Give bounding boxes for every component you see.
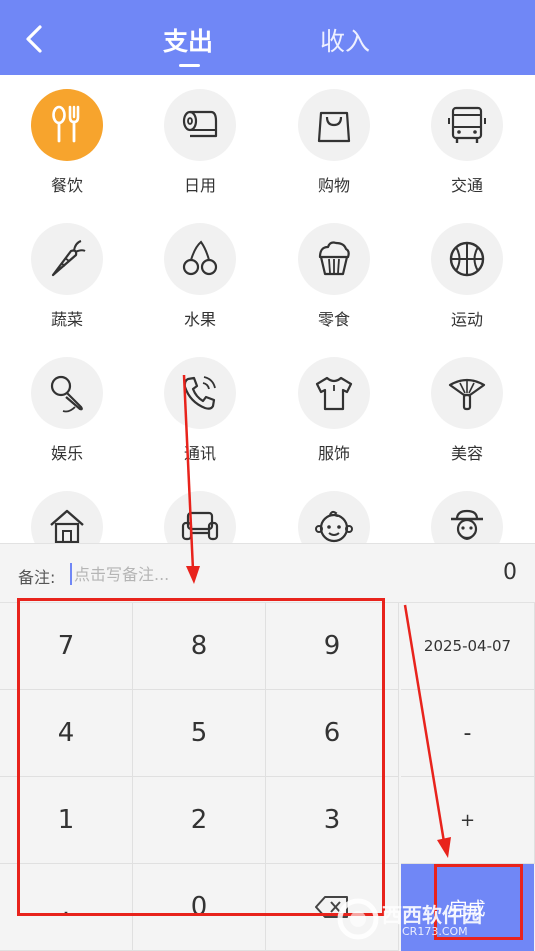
key-1[interactable]: 1	[0, 777, 133, 864]
category-entertainment[interactable]: 娱乐	[12, 343, 122, 473]
number-keypad: 7 8 9 2025-04-07 4 5 6 - 1 2 3 + . 0 完成	[0, 603, 535, 951]
date-button[interactable]: 2025-04-07	[401, 603, 535, 690]
elder-icon	[451, 509, 483, 540]
category-label: 娱乐	[50, 444, 83, 463]
category-communication[interactable]: 通讯	[145, 343, 255, 473]
basketball-icon	[449, 241, 485, 277]
category-label: 日用	[183, 176, 216, 195]
done-button[interactable]: 完成	[401, 864, 534, 951]
minus-button[interactable]: -	[401, 690, 535, 777]
microphone-icon	[50, 375, 83, 413]
category-housing[interactable]	[12, 477, 122, 545]
category-label: 运动	[450, 310, 483, 329]
category-fruit[interactable]: 水果	[145, 209, 255, 339]
category-transport[interactable]: 交通	[412, 75, 522, 205]
key-7[interactable]: 7	[0, 603, 133, 690]
category-children[interactable]	[279, 477, 389, 545]
tab-expense[interactable]: 支出	[163, 22, 213, 58]
category-shopping[interactable]: 购物	[279, 75, 389, 205]
amount-display: 0	[503, 560, 517, 585]
remark-input[interactable]	[74, 560, 374, 588]
key-3[interactable]: 3	[266, 777, 399, 864]
remark-label: 备注:	[18, 568, 56, 587]
cupcake-icon	[318, 241, 350, 276]
phone-icon	[183, 376, 216, 410]
tab-income[interactable]: 收入	[320, 22, 370, 58]
house-icon	[50, 509, 84, 544]
baby-icon	[315, 510, 353, 543]
utensils-icon	[52, 105, 80, 143]
category-dining[interactable]: 餐饮	[12, 75, 122, 205]
text-cursor	[70, 563, 72, 585]
category-icon-wrap	[31, 89, 103, 161]
category-label: 蔬菜	[50, 310, 83, 329]
category-label: 零食	[317, 310, 350, 329]
backspace-key[interactable]	[266, 864, 399, 951]
category-clothing[interactable]: 服饰	[279, 343, 389, 473]
key-2[interactable]: 2	[133, 777, 266, 864]
plus-button[interactable]: +	[401, 777, 535, 864]
key-6[interactable]: 6	[266, 690, 399, 777]
shopping-bag-icon	[317, 111, 351, 143]
category-beauty[interactable]: 美容	[412, 343, 522, 473]
category-sports[interactable]: 运动	[412, 209, 522, 339]
sofa-icon	[181, 511, 219, 541]
backspace-icon	[315, 896, 348, 918]
cherries-icon	[182, 240, 218, 276]
back-arrow-icon[interactable]	[18, 22, 52, 56]
category-label: 通讯	[183, 444, 216, 463]
key-5[interactable]: 5	[133, 690, 266, 777]
category-vegetables[interactable]: 蔬菜	[12, 209, 122, 339]
active-tab-indicator	[179, 64, 200, 67]
category-label: 服饰	[317, 444, 350, 463]
category-label: 餐饮	[50, 176, 83, 195]
key-dot[interactable]: .	[0, 864, 133, 951]
category-label: 水果	[183, 310, 216, 329]
tshirt-icon	[315, 376, 353, 411]
category-daily[interactable]: 日用	[145, 75, 255, 205]
remark-bar: 备注: 0	[0, 543, 535, 603]
top-bar: 支出 收入	[0, 0, 535, 75]
category-label: 购物	[317, 176, 350, 195]
key-8[interactable]: 8	[133, 603, 266, 690]
carrot-icon	[51, 240, 86, 277]
category-label: 交通	[450, 176, 483, 195]
key-9[interactable]: 9	[266, 603, 399, 690]
fan-icon	[448, 378, 486, 411]
key-4[interactable]: 4	[0, 690, 133, 777]
key-0[interactable]: 0	[133, 864, 266, 951]
bus-icon	[448, 106, 486, 143]
category-snacks[interactable]: 零食	[279, 209, 389, 339]
category-grid: 餐饮 日用 购物 交通 蔬菜 水果 零食 运动 娱乐 通讯 服饰 美容	[0, 75, 535, 545]
tissue-roll-icon	[182, 110, 218, 138]
category-furniture[interactable]	[145, 477, 255, 545]
category-elders[interactable]	[412, 477, 522, 545]
category-label: 美容	[450, 444, 483, 463]
